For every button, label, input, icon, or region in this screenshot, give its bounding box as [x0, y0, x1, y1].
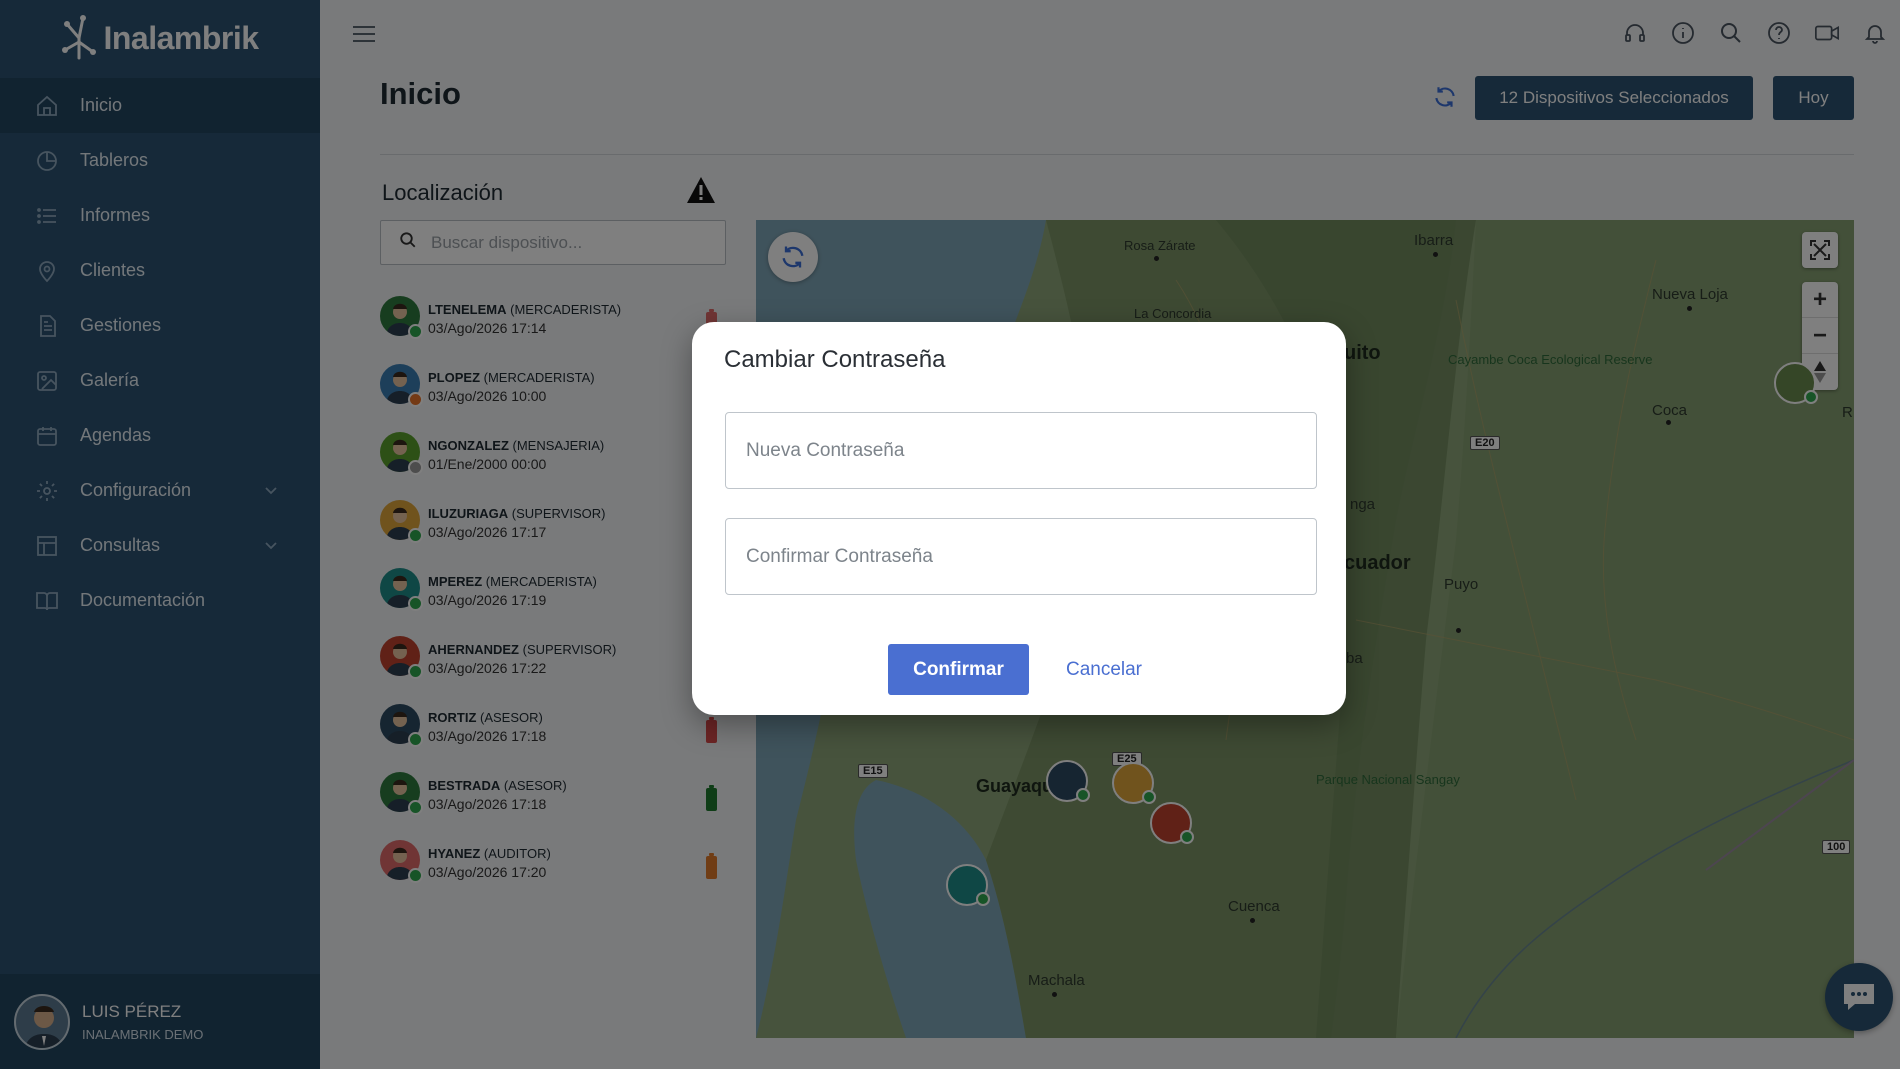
dialog-title: Cambiar Contraseña	[724, 346, 946, 373]
confirm-button[interactable]: Confirmar	[888, 644, 1029, 695]
cancel-button[interactable]: Cancelar	[1054, 644, 1154, 695]
confirm-password-field[interactable]	[725, 518, 1317, 595]
change-password-dialog: Cambiar Contraseña Confirmar Cancelar	[692, 322, 1346, 715]
new-password-field[interactable]	[725, 412, 1317, 489]
